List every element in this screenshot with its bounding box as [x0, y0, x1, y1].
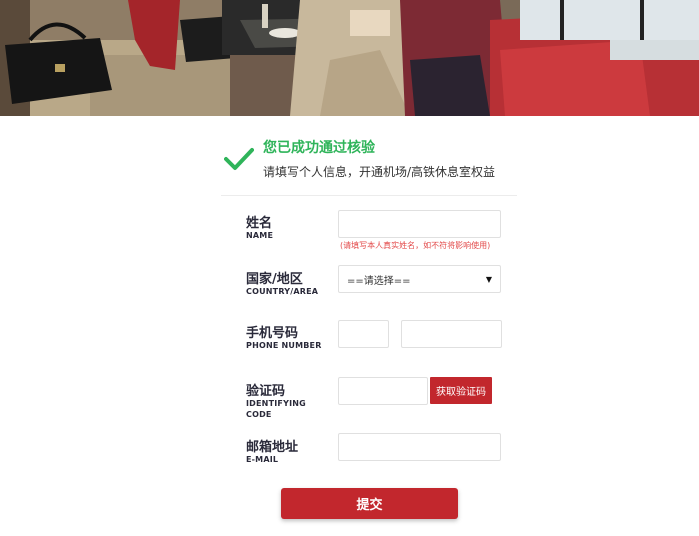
email-label: 邮箱地址: [246, 440, 299, 455]
email-label-en: E-MAIL: [246, 455, 279, 464]
phone-number-input[interactable]: [401, 320, 502, 348]
name-hint: (请填写本人真实姓名，如不符将影响使用): [340, 241, 491, 250]
get-verify-code-button[interactable]: 获取验证码: [430, 377, 492, 404]
verify-code-label-en-2: CODE: [246, 410, 272, 419]
country-selected-value: ==请选择==: [347, 275, 411, 287]
country-label: 国家/地区: [246, 272, 303, 287]
country-label-en: COUNTRY/AREA: [246, 287, 319, 296]
phone-label: 手机号码: [246, 326, 299, 341]
verify-code-input[interactable]: [338, 377, 428, 405]
country-select[interactable]: ==请选择== ▼: [338, 265, 501, 293]
phone-label-en: PHONE NUMBER: [246, 341, 322, 350]
checkmark-icon: [224, 148, 254, 170]
verification-success-title: 您已成功通过核验: [263, 140, 375, 156]
verification-success-subtitle: 请填写个人信息，开通机场/高铁休息室权益: [263, 165, 496, 179]
section-divider: [221, 195, 517, 196]
email-input[interactable]: [338, 433, 501, 461]
dropdown-arrow-icon: ▼: [485, 274, 492, 284]
phone-country-code-input[interactable]: [338, 320, 389, 348]
name-label: 姓名: [246, 216, 273, 231]
submit-button[interactable]: 提交: [281, 488, 458, 519]
name-label-en: NAME: [246, 231, 274, 240]
name-input[interactable]: [338, 210, 501, 238]
hero-lounge-photo: [0, 0, 699, 116]
verify-code-label: 验证码: [246, 384, 286, 399]
